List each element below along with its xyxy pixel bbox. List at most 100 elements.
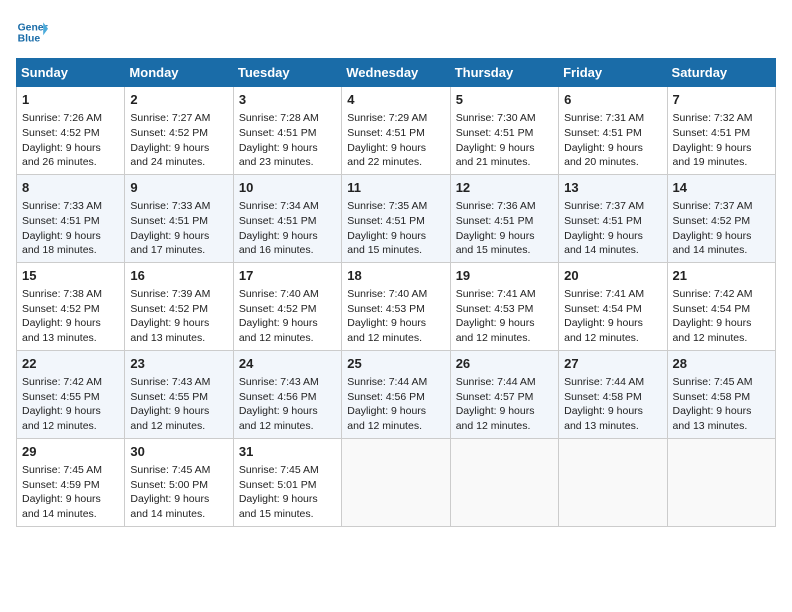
sunrise: Sunrise: 7:42 AM xyxy=(22,376,102,388)
calendar-cell: 4Sunrise: 7:29 AMSunset: 4:51 PMDaylight… xyxy=(342,87,450,175)
daylight: Daylight: 9 hours and 12 minutes. xyxy=(347,405,426,432)
sunset: Sunset: 4:56 PM xyxy=(347,391,425,403)
calendar-cell: 19Sunrise: 7:41 AMSunset: 4:53 PMDayligh… xyxy=(450,262,558,350)
day-number: 12 xyxy=(456,179,553,197)
sunrise: Sunrise: 7:37 AM xyxy=(673,200,753,212)
calendar-cell: 9 Sunrise: 7:33 AM Sunset: 4:51 PM Daylight… xyxy=(125,174,233,262)
calendar-cell: 3Sunrise: 7:28 AMSunset: 4:51 PMDaylight… xyxy=(233,87,341,175)
sunrise: Sunrise: 7:45 AM xyxy=(239,464,319,476)
daylight: Daylight: 9 hours and 13 minutes. xyxy=(673,405,752,432)
sunset: Sunset: 4:55 PM xyxy=(130,391,208,403)
sunset: Sunset: 5:01 PM xyxy=(239,479,317,491)
calendar-cell: 13Sunrise: 7:37 AMSunset: 4:51 PMDayligh… xyxy=(559,174,667,262)
calendar-cell: 10Sunrise: 7:34 AMSunset: 4:51 PMDayligh… xyxy=(233,174,341,262)
sunrise: Sunrise: 7:41 AM xyxy=(564,288,644,300)
sunset: Sunset: 4:54 PM xyxy=(564,303,642,315)
calendar-table: SundayMondayTuesdayWednesdayThursdayFrid… xyxy=(16,58,776,527)
sunset: Sunset: 4:51 PM xyxy=(239,215,317,227)
sunrise: Sunrise: 7:32 AM xyxy=(673,112,753,124)
sunset: Sunset: 4:59 PM xyxy=(22,479,100,491)
sunrise: Sunrise: 7:27 AM xyxy=(130,112,210,124)
col-header-thursday: Thursday xyxy=(450,59,558,87)
sunrise: Sunrise: 7:44 AM xyxy=(347,376,427,388)
calendar-cell: 15Sunrise: 7:38 AMSunset: 4:52 PMDayligh… xyxy=(17,262,125,350)
daylight: Daylight: 9 hours and 26 minutes. xyxy=(22,142,101,169)
calendar-cell xyxy=(667,438,775,526)
col-header-sunday: Sunday xyxy=(17,59,125,87)
day-number: 29 xyxy=(22,443,119,461)
day-number: 17 xyxy=(239,267,336,285)
day-number: 30 xyxy=(130,443,227,461)
calendar-cell: 18Sunrise: 7:40 AMSunset: 4:53 PMDayligh… xyxy=(342,262,450,350)
logo-icon: General Blue xyxy=(16,16,48,48)
sunrise: Sunrise: 7:36 AM xyxy=(456,200,536,212)
week-row-4: 22 Sunrise: 7:42 AM Sunset: 4:55 PM Dayligh… xyxy=(17,350,776,438)
sunset: Sunset: 4:51 PM xyxy=(564,127,642,139)
sunrise: Sunrise: 7:44 AM xyxy=(564,376,644,388)
sunset: Sunset: 4:51 PM xyxy=(22,215,100,227)
day-number: 24 xyxy=(239,355,336,373)
calendar-cell: 28 Sunrise: 7:45 AM Sunset: 4:58 PM Dayligh… xyxy=(667,350,775,438)
col-header-wednesday: Wednesday xyxy=(342,59,450,87)
sunset: Sunset: 4:51 PM xyxy=(673,127,751,139)
calendar-cell: 12Sunrise: 7:36 AMSunset: 4:51 PMDayligh… xyxy=(450,174,558,262)
daylight: Daylight: 9 hours and 15 minutes. xyxy=(347,230,426,257)
daylight: Daylight: 9 hours and 12 minutes. xyxy=(239,405,318,432)
sunset: Sunset: 4:51 PM xyxy=(564,215,642,227)
day-number: 9 xyxy=(130,179,227,197)
sunset: Sunset: 4:52 PM xyxy=(673,215,751,227)
calendar-cell xyxy=(450,438,558,526)
sunset: Sunset: 4:51 PM xyxy=(130,215,208,227)
calendar-cell: 14 Sunrise: 7:37 AM Sunset: 4:52 PM Dayligh… xyxy=(667,174,775,262)
day-number: 5 xyxy=(456,91,553,109)
day-number: 16 xyxy=(130,267,227,285)
sunrise: Sunrise: 7:37 AM xyxy=(564,200,644,212)
day-number: 22 xyxy=(22,355,119,373)
calendar-cell: 21Sunrise: 7:42 AMSunset: 4:54 PMDayligh… xyxy=(667,262,775,350)
daylight: Daylight: 9 hours and 12 minutes. xyxy=(456,405,535,432)
day-number: 4 xyxy=(347,91,444,109)
day-number: 21 xyxy=(673,267,770,285)
day-number: 18 xyxy=(347,267,444,285)
sunset: Sunset: 4:58 PM xyxy=(673,391,751,403)
day-number: 14 xyxy=(673,179,770,197)
sunset: Sunset: 4:53 PM xyxy=(347,303,425,315)
sunset: Sunset: 4:55 PM xyxy=(22,391,100,403)
svg-text:Blue: Blue xyxy=(18,34,41,45)
sunrise: Sunrise: 7:35 AM xyxy=(347,200,427,212)
sunrise: Sunrise: 7:45 AM xyxy=(673,376,753,388)
day-number: 6 xyxy=(564,91,661,109)
daylight: Daylight: 9 hours and 14 minutes. xyxy=(564,230,643,257)
day-number: 23 xyxy=(130,355,227,373)
sunrise: Sunrise: 7:26 AM xyxy=(22,112,102,124)
daylight: Daylight: 9 hours and 12 minutes. xyxy=(456,317,535,344)
sunrise: Sunrise: 7:41 AM xyxy=(456,288,536,300)
calendar-cell: 25Sunrise: 7:44 AMSunset: 4:56 PMDayligh… xyxy=(342,350,450,438)
calendar-cell: 17Sunrise: 7:40 AMSunset: 4:52 PMDayligh… xyxy=(233,262,341,350)
sunrise: Sunrise: 7:34 AM xyxy=(239,200,319,212)
daylight: Daylight: 9 hours and 12 minutes. xyxy=(239,317,318,344)
sunrise: Sunrise: 7:33 AM xyxy=(22,200,102,212)
sunset: Sunset: 4:52 PM xyxy=(239,303,317,315)
sunset: Sunset: 4:51 PM xyxy=(239,127,317,139)
daylight: Daylight: 9 hours and 16 minutes. xyxy=(239,230,318,257)
daylight: Daylight: 9 hours and 13 minutes. xyxy=(130,317,209,344)
daylight: Daylight: 9 hours and 12 minutes. xyxy=(130,405,209,432)
daylight: Daylight: 9 hours and 14 minutes. xyxy=(673,230,752,257)
day-number: 28 xyxy=(673,355,770,373)
col-header-monday: Monday xyxy=(125,59,233,87)
page-header: General Blue xyxy=(16,16,776,48)
day-number: 7 xyxy=(673,91,770,109)
daylight: Daylight: 9 hours and 12 minutes. xyxy=(673,317,752,344)
sunrise: Sunrise: 7:45 AM xyxy=(130,464,210,476)
calendar-cell: 11Sunrise: 7:35 AMSunset: 4:51 PMDayligh… xyxy=(342,174,450,262)
daylight: Daylight: 9 hours and 13 minutes. xyxy=(564,405,643,432)
daylight: Daylight: 9 hours and 12 minutes. xyxy=(347,317,426,344)
sunrise: Sunrise: 7:33 AM xyxy=(130,200,210,212)
calendar-cell: 24Sunrise: 7:43 AMSunset: 4:56 PMDayligh… xyxy=(233,350,341,438)
daylight: Daylight: 9 hours and 17 minutes. xyxy=(130,230,209,257)
daylight: Daylight: 9 hours and 24 minutes. xyxy=(130,142,209,169)
sunset: Sunset: 4:58 PM xyxy=(564,391,642,403)
sunset: Sunset: 5:00 PM xyxy=(130,479,208,491)
daylight: Daylight: 9 hours and 12 minutes. xyxy=(22,405,101,432)
